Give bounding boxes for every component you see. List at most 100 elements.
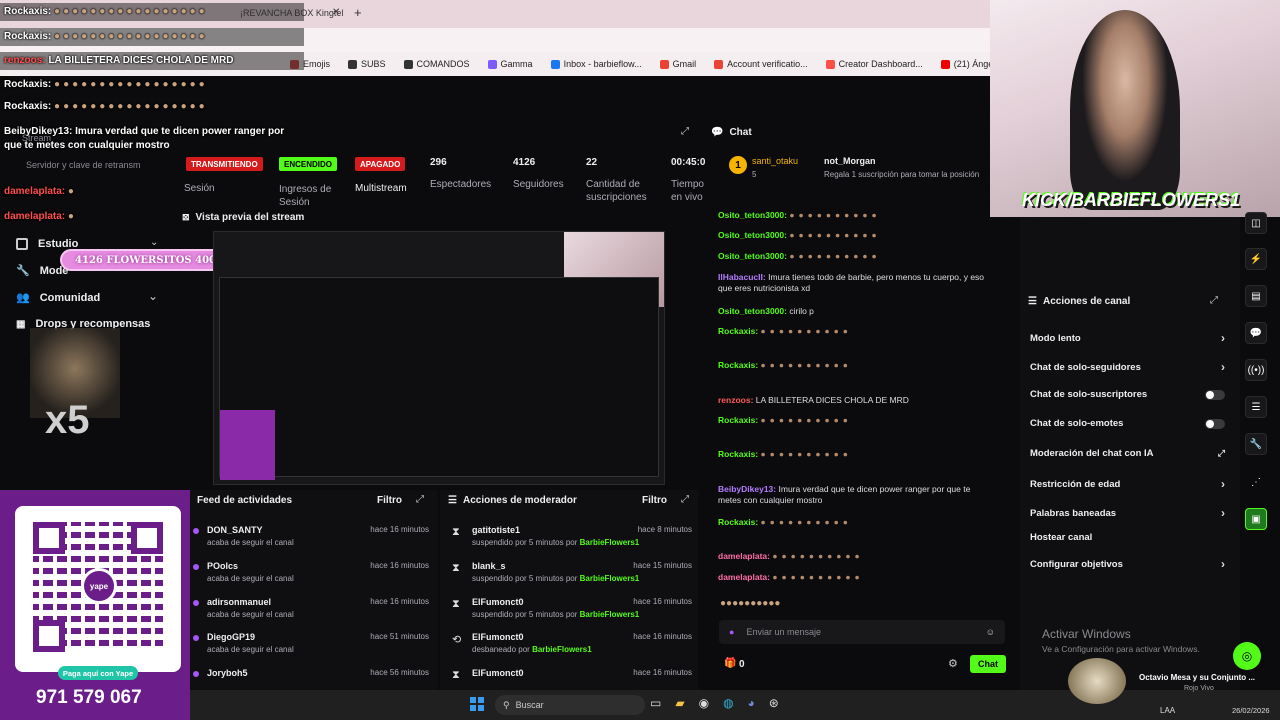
edge-icon[interactable]: ◍: [723, 696, 733, 710]
toggle-switch[interactable]: [1205, 389, 1225, 400]
sidebar-item-comunidad[interactable]: 👥 Comunidad: [16, 291, 100, 305]
mod-by-user[interactable]: BarbieFlowers1: [532, 645, 592, 654]
chat-message[interactable]: Rockaxis: ●●●●●●●●●●: [718, 449, 988, 460]
task-view-icon[interactable]: ▭: [650, 696, 661, 710]
expand-icon[interactable]: ⤢: [681, 126, 689, 137]
feed-row[interactable]: DON_SANTY acaba de seguir el canal hace 16…: [207, 525, 429, 547]
feed-row[interactable]: Joryboh5 hace 56 minutos: [207, 668, 429, 678]
chat-message[interactable]: Rockaxis: ●●●●●●●●●●: [718, 517, 988, 528]
chat-username[interactable]: Osito_teton3000:: [718, 230, 787, 240]
document-icon[interactable]: ▤: [1245, 285, 1267, 307]
chevron-right-icon[interactable]: ›: [1221, 331, 1225, 345]
chat-username[interactable]: renzoos:: [718, 395, 753, 405]
mod-by-user[interactable]: BarbieFlowers1: [580, 574, 640, 583]
sidebar-stream-key[interactable]: Servidor y clave de retransm: [26, 160, 141, 170]
chevron-right-icon[interactable]: ›: [1221, 557, 1225, 571]
chat-username[interactable]: Osito_teton3000:: [718, 210, 787, 220]
expand-icon[interactable]: ⤢: [416, 494, 424, 505]
broadcast-icon[interactable]: ((•)): [1245, 359, 1267, 381]
chat-username[interactable]: BeibyDikey13:: [718, 484, 776, 494]
chat-username[interactable]: Rockaxis:: [718, 449, 758, 459]
file-explorer-icon[interactable]: ▰: [675, 696, 684, 710]
sidebar-item-mode[interactable]: 🔧 Mode: [16, 264, 68, 278]
chat-settings-icon[interactable]: ⚙: [948, 657, 958, 670]
chat-username[interactable]: IlHabacucII:: [718, 272, 766, 282]
mod-action-row[interactable]: ElFumonct0 suspendido por 5 minutos por B…: [472, 597, 692, 619]
chat-message[interactable]: BeibyDikey13: Imura verdad que te dicen …: [718, 484, 988, 506]
chevron-down-icon[interactable]: ⌄: [148, 289, 158, 303]
chat-message[interactable]: Rockaxis: ●●●●●●●●●●: [718, 360, 988, 371]
bookmark-creator[interactable]: Creator Dashboard...: [825, 59, 923, 69]
chevron-right-icon[interactable]: ›: [1221, 506, 1225, 520]
discord-icon[interactable]: ◕: [748, 696, 755, 710]
expand-icon[interactable]: ⤢: [681, 494, 689, 505]
mod-by-user[interactable]: BarbieFlowers1: [580, 538, 640, 547]
pinned-user-2[interactable]: not_Morgan: [824, 156, 876, 166]
mod-filter-button[interactable]: Filtro: [642, 495, 667, 506]
chat-username[interactable]: Rockaxis:: [718, 360, 758, 370]
feed-row[interactable]: POolcs acaba de seguir el canal hace 16 mi…: [207, 561, 429, 583]
camera-icon[interactable]: ◫: [1245, 212, 1267, 234]
emoji-icon[interactable]: ☺: [986, 627, 995, 637]
chat-username[interactable]: Rockaxis:: [718, 415, 758, 425]
chat-input[interactable]: ● Enviar un mensaje ☺: [719, 620, 1005, 644]
feed-filter-button[interactable]: Filtro: [377, 495, 402, 506]
chat-message[interactable]: renzoos: LA BILLETERA DICES CHOLA DE MRD: [718, 395, 988, 406]
channel-action-item[interactable]: Chat de solo-emotes: [1030, 418, 1225, 429]
mod-action-row[interactable]: gatitotiste1 suspendido por 5 minutos por…: [472, 525, 692, 547]
kick-float-icon[interactable]: ◎: [1233, 642, 1261, 670]
external-link-icon[interactable]: ⤢: [1218, 448, 1225, 459]
steam-icon[interactable]: ⊛: [769, 696, 779, 710]
bookmark-comandos[interactable]: COMANDOS: [403, 59, 470, 69]
chat-message[interactable]: Rockaxis: ●●●●●●●●●●: [718, 326, 988, 337]
chat-username[interactable]: damelaplata:: [718, 551, 770, 561]
obs-icon[interactable]: ◉: [699, 696, 709, 710]
mod-by-user[interactable]: BarbieFlowers1: [580, 610, 640, 619]
chat-message[interactable]: Rockaxis: ●●●●●●●●●●: [718, 415, 988, 426]
chat-send-button[interactable]: Chat: [970, 655, 1006, 673]
share-icon[interactable]: ⋰: [1245, 471, 1267, 493]
channel-action-item[interactable]: Hostear canal: [1030, 532, 1225, 543]
tab-close-icon[interactable]: ✕: [332, 7, 340, 18]
chat-message[interactable]: Osito_teton3000: ●●●●●●●●●●: [718, 251, 988, 262]
chat-message[interactable]: Osito_teton3000: ●●●●●●●●●●: [718, 210, 988, 221]
bookmark-subs[interactable]: SUBS: [348, 59, 386, 69]
chat-username[interactable]: Rockaxis:: [718, 326, 758, 336]
toggle-switch[interactable]: [1205, 418, 1225, 429]
chat-message[interactable]: IlHabacucII: Imura tienes todo de barbie…: [718, 272, 988, 294]
feed-row[interactable]: adirsonmanuel acaba de seguir el canal hac…: [207, 597, 429, 619]
now-playing-title[interactable]: Octavio Mesa y su Conjunto ...: [1139, 673, 1255, 682]
channel-action-item[interactable]: Palabras baneadas ›: [1030, 506, 1225, 520]
new-tab-icon[interactable]: +: [354, 5, 362, 20]
chat-username[interactable]: Osito_teton3000:: [718, 306, 787, 316]
chevron-right-icon[interactable]: ›: [1221, 360, 1225, 374]
expand-icon[interactable]: ⤢: [1210, 295, 1218, 306]
list-icon[interactable]: ☰: [1245, 396, 1267, 418]
chat-username[interactable]: Rockaxis:: [718, 517, 758, 527]
chat-username[interactable]: Osito_teton3000:: [718, 251, 787, 261]
points-icon[interactable]: 🎁: [724, 658, 736, 669]
channel-action-item[interactable]: Chat de solo-seguidores ›: [1030, 360, 1225, 374]
wrench-icon[interactable]: 🔧: [1245, 433, 1267, 455]
channel-action-item[interactable]: Moderación del chat con IA ⤢: [1030, 448, 1225, 459]
bookmark-account[interactable]: Account verificatio...: [714, 59, 808, 69]
emote-bar[interactable]: ●●●●●●●●●●: [720, 598, 1005, 612]
channel-action-item[interactable]: Restricción de edad ›: [1030, 477, 1225, 491]
gift-sub-text[interactable]: Regala 1 suscripción para tomar la posic…: [824, 170, 979, 179]
channel-action-item[interactable]: Modo lento ›: [1030, 331, 1225, 345]
bookmark-gmail[interactable]: Gmail: [659, 59, 696, 69]
chat-message[interactable]: Osito_teton3000: cirilo p: [718, 306, 988, 317]
channel-action-item[interactable]: Chat de solo-suscriptores: [1030, 389, 1225, 400]
chat-message[interactable]: Osito_teton3000: ●●●●●●●●●●: [718, 230, 988, 241]
feed-row[interactable]: DiegoGP19 acaba de seguir el canal hace 51…: [207, 632, 429, 654]
pinned-user-1[interactable]: santi_otaku: [752, 156, 798, 166]
chat-message[interactable]: damelaplata: ●●●●●●●●●●: [718, 551, 988, 562]
channel-action-item[interactable]: Configurar objetivos ›: [1030, 557, 1225, 571]
kick-app-icon[interactable]: ▣: [1245, 508, 1267, 530]
bookmark-gamma[interactable]: Gamma: [487, 59, 533, 69]
sidebar-stream-label[interactable]: Stream: [22, 133, 51, 143]
chat-username[interactable]: damelaplata:: [718, 572, 770, 582]
taskbar-search[interactable]: ⚲ Buscar: [495, 695, 645, 715]
chat-bubble-icon[interactable]: 💬: [1245, 322, 1267, 344]
mod-action-row[interactable]: ElFumonct0 desbaneado por BarbieFlowers1 h…: [472, 632, 692, 654]
